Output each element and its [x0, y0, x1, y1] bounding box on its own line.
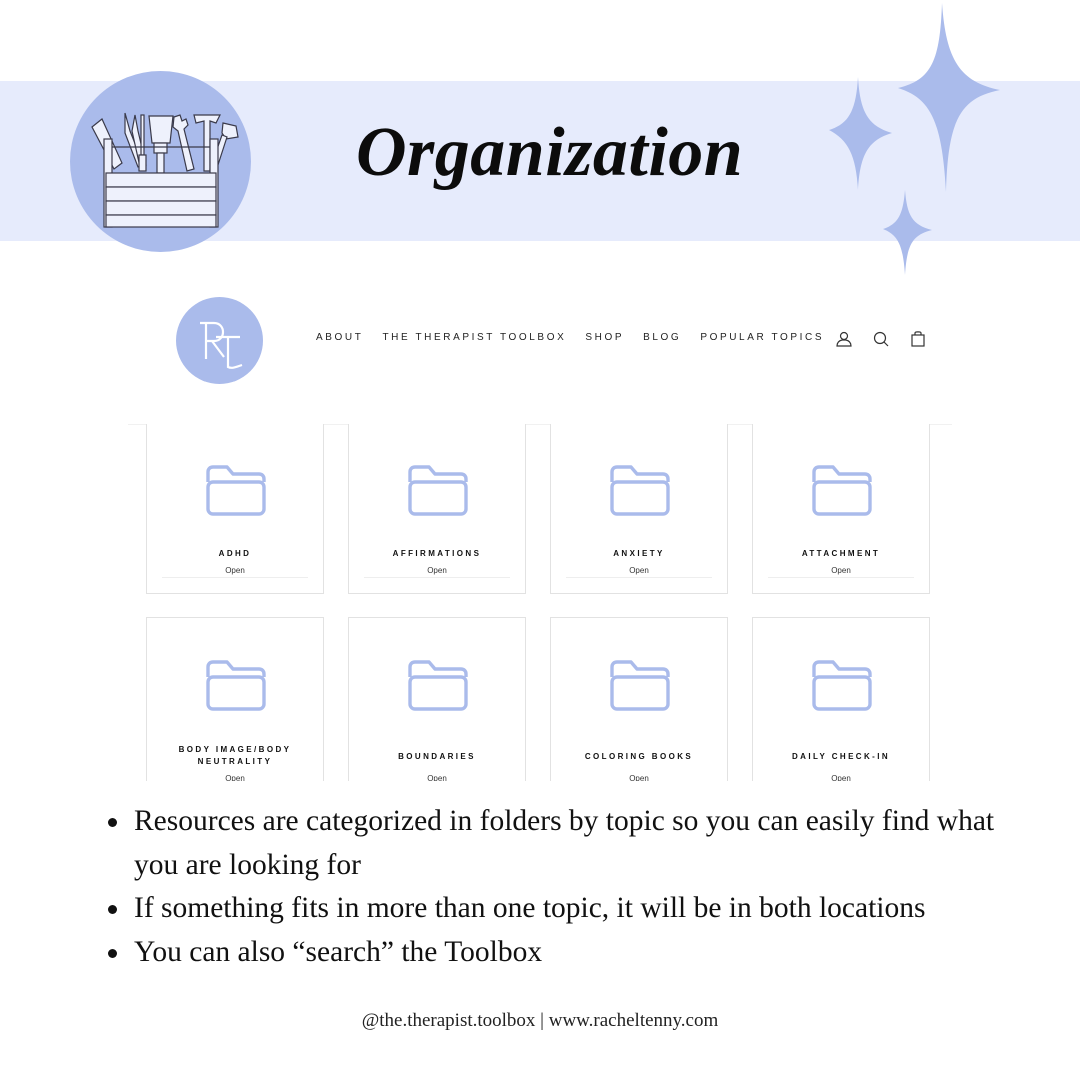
- folder-icon: [610, 660, 670, 711]
- folder-icon: [408, 660, 468, 711]
- sparkle-small: [883, 190, 932, 275]
- account-icon[interactable]: [834, 329, 854, 349]
- site-logo[interactable]: [176, 297, 263, 384]
- folder-label: BODY IMAGE/BODY NEUTRALITY: [155, 744, 315, 768]
- divider: [566, 577, 712, 578]
- folder-label: AFFIRMATIONS: [392, 549, 482, 558]
- grid-crop-edge: [120, 781, 960, 801]
- nav-blog[interactable]: BLOG: [643, 332, 681, 343]
- folder-label: ATTACHMENT: [801, 549, 881, 558]
- folder-label: DAILY CHECK-IN: [791, 752, 891, 761]
- footer-credit: @the.therapist.toolbox | www.racheltenny…: [361, 1010, 719, 1031]
- folder-card-boundaries[interactable]: BOUNDARIES Open: [348, 617, 526, 787]
- toolbox-icon: [91, 112, 239, 228]
- toolbox-badge: [70, 71, 251, 252]
- divider: [162, 577, 308, 578]
- sparkle-large: [898, 3, 1000, 192]
- sparkle-medium: [829, 77, 892, 190]
- folder-label-line2: NEUTRALITY: [197, 757, 273, 766]
- sparkles-icon: [829, 3, 1000, 275]
- folder-card-adhd[interactable]: ADHD Open: [146, 424, 324, 594]
- folder-card-attachment[interactable]: ATTACHMENT Open: [752, 424, 930, 594]
- folder-icon: [206, 660, 266, 711]
- folder-card-anxiety[interactable]: ANXIETY Open: [550, 424, 728, 594]
- folder-card-coloring-books[interactable]: COLORING BOOKS Open: [550, 617, 728, 787]
- page-title: Organization: [356, 114, 744, 191]
- nav-popular-topics[interactable]: POPULAR TOPICS: [700, 332, 824, 343]
- folder-label: COLORING BOOKS: [584, 752, 694, 761]
- open-link[interactable]: Open: [753, 566, 929, 575]
- feature-item: If something fits in more than one topic…: [104, 887, 1044, 931]
- folder-label-line1: BODY IMAGE/BODY: [178, 745, 292, 754]
- nav-shop[interactable]: SHOP: [585, 332, 624, 343]
- feature-item: You can also “search” the Toolbox: [104, 931, 1044, 975]
- folder-icon: [812, 660, 872, 711]
- nav-the-therapist-toolbox[interactable]: THE THERAPIST TOOLBOX: [382, 332, 566, 343]
- folder-card-affirmations[interactable]: AFFIRMATIONS Open: [348, 424, 526, 594]
- folder-icon: [408, 465, 468, 516]
- cart-icon[interactable]: [908, 329, 928, 349]
- folder-icon: [812, 465, 872, 516]
- open-link[interactable]: Open: [551, 566, 727, 575]
- folder-icon: [610, 465, 670, 516]
- folder-icon: [206, 465, 266, 516]
- open-link[interactable]: Open: [147, 566, 323, 575]
- rt-monogram-icon: [200, 321, 243, 369]
- search-icon[interactable]: [871, 329, 891, 349]
- feature-item: Resources are categorized in folders by …: [104, 800, 1044, 887]
- open-link[interactable]: Open: [349, 566, 525, 575]
- nav-about[interactable]: ABOUT: [316, 332, 363, 343]
- main-nav: ABOUT THE THERAPIST TOOLBOX SHOP BLOG PO…: [316, 332, 843, 343]
- feature-list: Resources are categorized in folders by …: [104, 800, 1044, 974]
- divider: [768, 577, 914, 578]
- divider: [364, 577, 510, 578]
- folder-card-body-image[interactable]: BODY IMAGE/BODY NEUTRALITY Open: [146, 617, 324, 787]
- nav-icons: [834, 329, 928, 349]
- folder-card-daily-check-in[interactable]: DAILY CHECK-IN Open: [752, 617, 930, 787]
- folder-label: ANXIETY: [613, 549, 665, 558]
- folder-label: ADHD: [218, 549, 252, 558]
- folder-label: BOUNDARIES: [398, 752, 476, 761]
